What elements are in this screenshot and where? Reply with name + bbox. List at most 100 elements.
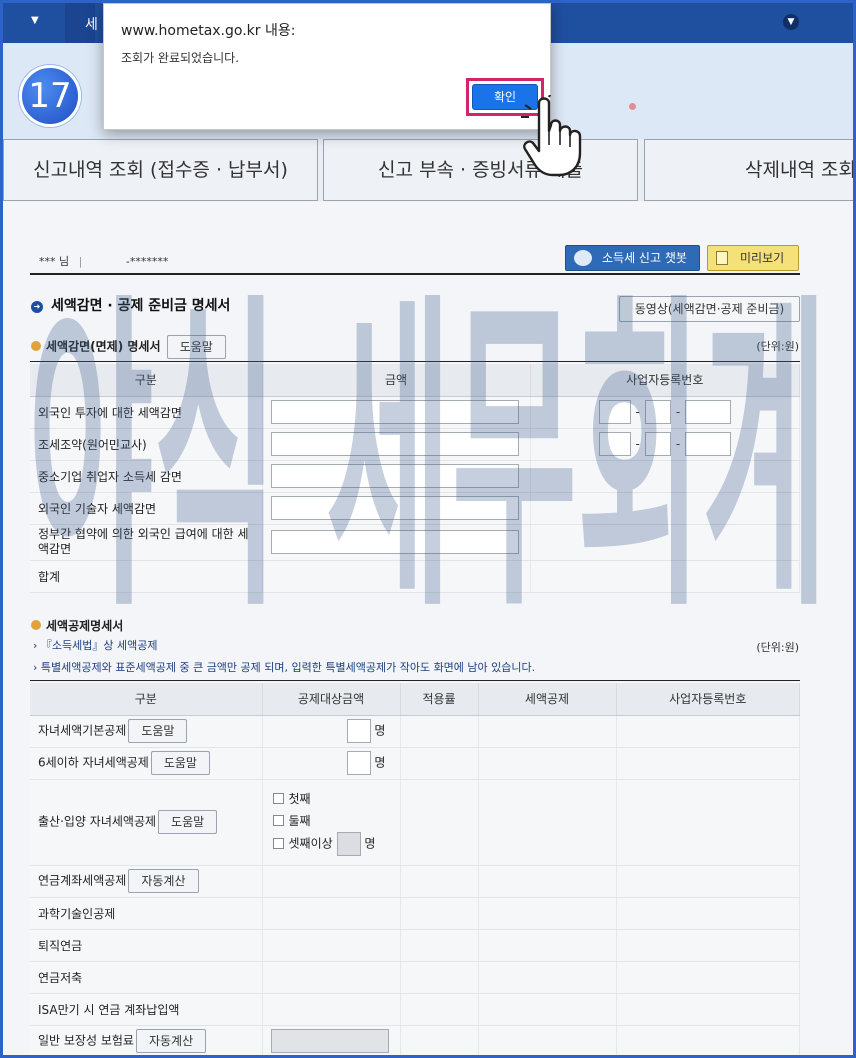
amount-input[interactable]: [270, 432, 519, 456]
row-label: 조세조약(원어민교사): [30, 428, 263, 461]
row-label: 일반 보장성 보험료 자동계산: [30, 1025, 263, 1055]
help-button[interactable]: 도움말: [150, 751, 210, 775]
help-button[interactable]: 도움말: [158, 810, 218, 834]
target-cell: [262, 961, 401, 994]
target-cell: [262, 993, 401, 1026]
user-info: *** 님 | -*******: [39, 253, 168, 269]
row-label-text: 6세이하 자녀세액공제: [38, 755, 149, 770]
rate-cell: [400, 929, 479, 962]
row-label: 정부간 협약에 의한 외국인 급여에 대한 세액감면: [30, 524, 263, 561]
header-category: 구분: [30, 364, 263, 397]
amount-cell: [262, 524, 531, 561]
header-category: 구분: [30, 683, 263, 716]
credit-notice-text: 특별세액공제와 표준세액공제 중 큰 금액만 공제 되며, 입력한 특별세액공제…: [40, 661, 536, 674]
bizno-cell: [616, 865, 800, 898]
user-masked-id: -*******: [125, 255, 169, 268]
dash: -: [635, 436, 640, 451]
bizno-cell: [530, 560, 800, 593]
table-row: 조세조약(원어민교사) --: [30, 428, 800, 461]
step-number-badge: 17: [19, 65, 81, 127]
tab-bar: 신고내역 조회 (접수증 · 납부서) 신고 부속 · 증빙서류 제출 삭제내역…: [3, 139, 853, 201]
target-cell: 첫째 둘째 셋째이상 명: [262, 779, 401, 866]
row-label-text: 일반 보장성 보험료: [38, 1033, 134, 1048]
credit-cell: [478, 715, 617, 748]
amount-input[interactable]: [270, 530, 519, 554]
credit-cell: [478, 961, 617, 994]
tab-deleted-history[interactable]: 삭제내역 조회: [644, 139, 853, 201]
bullet-icon: [31, 620, 41, 630]
chatbot-button-label: 소득세 신고 챗봇: [602, 251, 687, 265]
bizno-cell: [530, 524, 800, 561]
table-row: 과학기술인공제: [30, 897, 800, 930]
target-cell: [262, 897, 401, 930]
caret-down-icon[interactable]: ▼: [31, 15, 39, 26]
checkbox-third[interactable]: [272, 837, 284, 849]
bizno-input-2[interactable]: [644, 400, 671, 424]
row-label: 연금계좌세액공제 자동계산: [30, 865, 263, 898]
bizno-cell: [616, 929, 800, 962]
reduction-table: 구분 금액 사업자등록번호 외국인 투자에 대한 세액감면 -- 조세조약(원어…: [30, 364, 800, 593]
help-button[interactable]: 도움말: [128, 719, 188, 743]
row-label-text: 출산·입양 자녀세액공제: [38, 814, 157, 829]
help-button-reduction[interactable]: 도움말: [166, 335, 226, 359]
unit-person: 명: [374, 755, 386, 770]
amount-cell: [262, 492, 531, 525]
bizno-input-3[interactable]: [685, 432, 732, 456]
section-title-main: ➜ 세액감면 · 공제 준비금 명세서: [31, 295, 230, 315]
section-title-reduction-text: 세액감면(면제) 명세서: [46, 339, 161, 354]
bizno-cell: [616, 961, 800, 994]
row-label: ISA만기 시 연금 계좌납입액: [30, 993, 263, 1026]
tax-law-link[interactable]: › 『소득세법』상 세액공제: [33, 637, 157, 653]
bizno-input-1[interactable]: [598, 400, 631, 424]
target-cell: 명: [262, 747, 401, 780]
unit-label-reduction: (단위:원): [756, 340, 799, 353]
amount-input[interactable]: [270, 464, 519, 488]
count-input[interactable]: [336, 832, 361, 856]
chatbot-icon: [574, 250, 592, 266]
video-button[interactable]: 동영상(세액감면·공제 준비금): [619, 296, 800, 322]
row-label: 중소기업 취업자 소득세 감면: [30, 460, 263, 493]
dash: -: [675, 404, 681, 419]
credit-cell: [478, 747, 617, 780]
row-label: 출산·입양 자녀세액공제 도움말: [30, 779, 263, 866]
chatbot-button[interactable]: 소득세 신고 챗봇: [565, 245, 700, 271]
top-divider: [30, 273, 800, 275]
auto-calc-button[interactable]: 자동계산: [128, 869, 199, 893]
count-input[interactable]: [346, 751, 371, 775]
main-content: *** 님 | -******* 소득세 신고 챗봇 미리보기 ➜ 세액감면 · …: [3, 201, 853, 1055]
tab-filing-history[interactable]: 신고내역 조회 (접수증 · 납부서): [3, 139, 318, 201]
decorative-dot: [629, 103, 636, 110]
insurance-input[interactable]: [270, 1029, 389, 1053]
rate-cell: [400, 1025, 479, 1055]
bizno-cell: --: [530, 428, 800, 461]
target-cell: [262, 1025, 401, 1055]
amount-input[interactable]: [270, 496, 519, 520]
credit-cell: [478, 993, 617, 1026]
auto-calc-button[interactable]: 자동계산: [135, 1029, 207, 1053]
table-top-rule: [30, 680, 800, 681]
bizno-input-2[interactable]: [644, 432, 671, 456]
bizno-input-1[interactable]: [598, 432, 631, 456]
checkbox-second[interactable]: [272, 815, 284, 826]
table-row: 중소기업 취업자 소득세 감면: [30, 460, 800, 493]
checkbox-first[interactable]: [272, 793, 284, 804]
amount-input[interactable]: [270, 400, 519, 424]
row-label: 퇴직연금: [30, 929, 263, 962]
table-row: 정부간 협약에 의한 외국인 급여에 대한 세액감면: [30, 524, 800, 561]
preview-button[interactable]: 미리보기: [707, 245, 799, 271]
row-label: 외국인 기술자 세액감면: [30, 492, 263, 525]
dialog-host: www.hometax.go.kr 내용:: [121, 23, 296, 39]
amount-cell: [262, 460, 531, 493]
bizno-cell: [530, 460, 800, 493]
chevron-down-icon[interactable]: ▼: [783, 14, 799, 30]
credit-cell: [478, 929, 617, 962]
target-cell: [262, 929, 401, 962]
bizno-input-3[interactable]: [685, 400, 732, 424]
table-row: 외국인 기술자 세액감면: [30, 492, 800, 525]
bizno-cell: [616, 747, 800, 780]
section-title-main-text: 세액감면 · 공제 준비금 명세서: [51, 298, 231, 314]
count-input[interactable]: [346, 719, 371, 743]
breadcrumb-text[interactable]: 세: [85, 14, 98, 34]
credit-cell: [478, 865, 617, 898]
target-cell: 명: [262, 715, 401, 748]
